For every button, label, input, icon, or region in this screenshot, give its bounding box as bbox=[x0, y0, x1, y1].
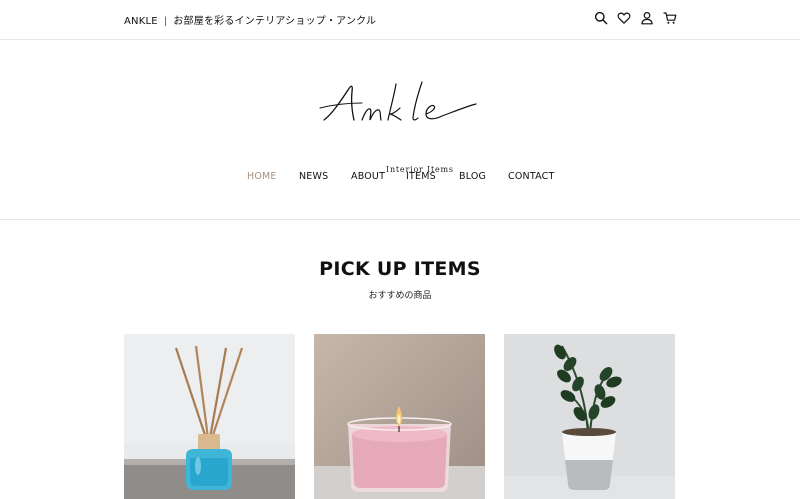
nav-about[interactable]: ABOUT bbox=[351, 171, 385, 182]
nav-news[interactable]: NEWS bbox=[299, 171, 328, 182]
product-card-candle[interactable] bbox=[314, 334, 485, 499]
brand-name[interactable]: ANKLE bbox=[124, 16, 158, 27]
logo-wordmark-icon bbox=[319, 81, 477, 121]
heart-icon[interactable] bbox=[617, 11, 631, 25]
brand-tagline: ANKLE | お部屋を彩るインテリアショップ・アンクル bbox=[124, 12, 376, 27]
top-bar: ANKLE | お部屋を彩るインテリアショップ・アンクル bbox=[0, 0, 800, 40]
product-card-diffuser[interactable] bbox=[124, 334, 295, 499]
nav-home[interactable]: HOME bbox=[247, 171, 277, 182]
user-icon[interactable] bbox=[640, 11, 654, 25]
section-subtitle: おすすめの商品 bbox=[368, 291, 432, 301]
tagline-text: お部屋を彩るインテリアショップ・アンクル bbox=[173, 16, 377, 27]
header-icons bbox=[594, 11, 677, 25]
search-icon[interactable] bbox=[594, 11, 608, 25]
pink-candle-image bbox=[314, 334, 485, 499]
potted-plant-image bbox=[504, 334, 675, 499]
cart-icon[interactable] bbox=[663, 11, 677, 25]
main-nav: HOME NEWS ABOUT ITEMS BLOG CONTACT bbox=[0, 171, 800, 185]
brand-separator: | bbox=[163, 16, 168, 27]
nav-blog[interactable]: BLOG bbox=[459, 171, 486, 182]
nav-items[interactable]: ITEMS bbox=[406, 171, 436, 182]
logo[interactable] bbox=[318, 76, 482, 138]
section-title: PICK UP ITEMS bbox=[319, 258, 481, 280]
nav-contact[interactable]: CONTACT bbox=[508, 171, 554, 182]
product-card-plant[interactable] bbox=[504, 334, 675, 499]
site-header: Interior Items HOME NEWS ABOUT ITEMS BLO… bbox=[0, 40, 800, 220]
reed-diffuser-image bbox=[124, 334, 295, 499]
